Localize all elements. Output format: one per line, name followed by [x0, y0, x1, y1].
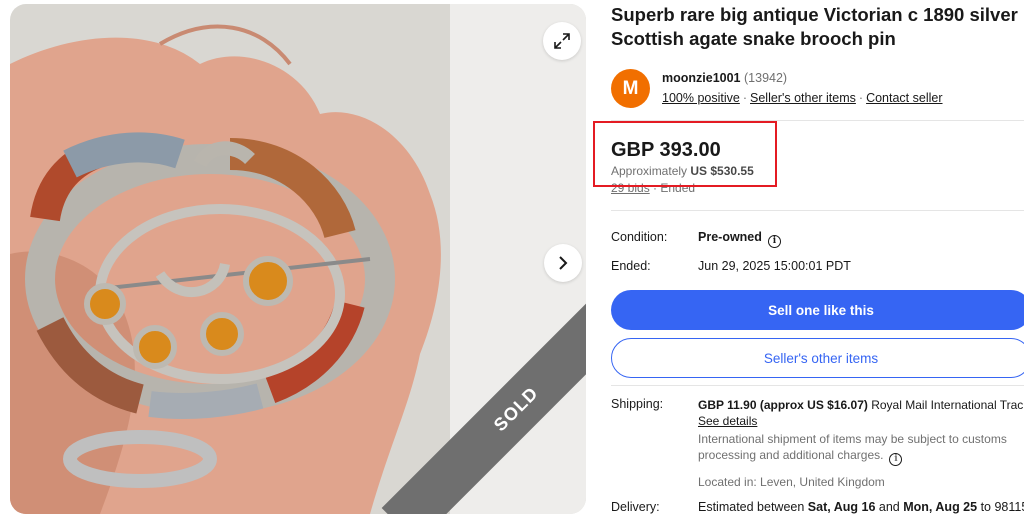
- item-location: Located in: Leven, United Kingdom: [698, 474, 885, 489]
- price-highlight-box: [593, 121, 777, 187]
- listing-title-line1: Superb rare big antique Victorian c 1890…: [611, 4, 1018, 25]
- customs-note-text: International shipment of items may be s…: [698, 432, 1007, 462]
- separator: ·: [858, 91, 864, 105]
- shipping-service: Royal Mail International Tracked: [871, 398, 1024, 412]
- condition-value: Pre-owned: [698, 230, 762, 244]
- divider: [611, 385, 1024, 386]
- seller-feedback-score: (13942): [744, 71, 788, 85]
- condition-value-row: Pre-owned i: [698, 230, 781, 248]
- seller-other-items-link[interactable]: Seller's other items: [750, 91, 856, 105]
- delivery-and: and: [878, 500, 900, 514]
- delivery-end: Mon, Aug 25: [903, 500, 978, 514]
- separator: ·: [742, 91, 747, 105]
- listing-title-line2: Scottish agate snake brooch pin: [611, 28, 896, 49]
- expand-icon: [554, 33, 570, 49]
- divider: [611, 210, 1024, 211]
- seller-name[interactable]: moonzie1001: [662, 71, 741, 85]
- delivery-estimate: Estimated between Sat, Aug 16 and Mon, A…: [698, 500, 1024, 518]
- listing-panel: Superb rare big antique Victorian c 1890…: [611, 0, 1024, 520]
- seller-info: M moonzie1001 (13942) 100% positive · Sell…: [611, 69, 1024, 109]
- condition-label: Condition:: [611, 230, 668, 244]
- seller-links: 100% positive · Seller's other items · Conta…: [662, 91, 943, 105]
- image-gallery: SOLD: [10, 4, 586, 514]
- delivery-prefix: Estimated between: [698, 500, 805, 514]
- shipping-cost-line: GBP 11.90 (approx US $16.07) Royal Mail …: [698, 397, 1024, 413]
- delivery-label: Delivery:: [611, 500, 660, 514]
- see-details-link[interactable]: See details: [698, 414, 757, 428]
- chevron-right-icon: [559, 256, 568, 270]
- shipping-label: Shipping:: [611, 397, 664, 411]
- ended-label: Ended:: [611, 259, 651, 273]
- positive-feedback-link[interactable]: 100% positive: [662, 91, 740, 105]
- info-icon[interactable]: i: [889, 452, 903, 466]
- delivery-suffix: to 98115: [980, 500, 1024, 514]
- sellers-other-items-button[interactable]: Seller's other items: [611, 338, 1024, 378]
- shipping-cost: GBP 11.90 (approx US $16.07): [698, 398, 868, 412]
- ended-value: Jun 29, 2025 15:00:01 PDT: [698, 259, 851, 273]
- contact-seller-link[interactable]: Contact seller: [866, 91, 942, 105]
- shipping-details: GBP 11.90 (approx US $16.07) Royal Mail …: [698, 397, 1024, 490]
- listing-title: Superb rare big antique Victorian c 1890…: [611, 3, 1024, 51]
- next-image-button[interactable]: [544, 244, 582, 282]
- expand-button[interactable]: [543, 22, 581, 60]
- seller-avatar[interactable]: M: [611, 69, 650, 108]
- sell-one-like-this-button[interactable]: Sell one like this: [611, 290, 1024, 330]
- customs-note: International shipment of items may be s…: [698, 431, 1024, 466]
- info-icon[interactable]: i: [767, 234, 781, 248]
- delivery-start: Sat, Aug 16: [807, 500, 876, 514]
- seller-name-line: moonzie1001 (13942): [662, 71, 787, 85]
